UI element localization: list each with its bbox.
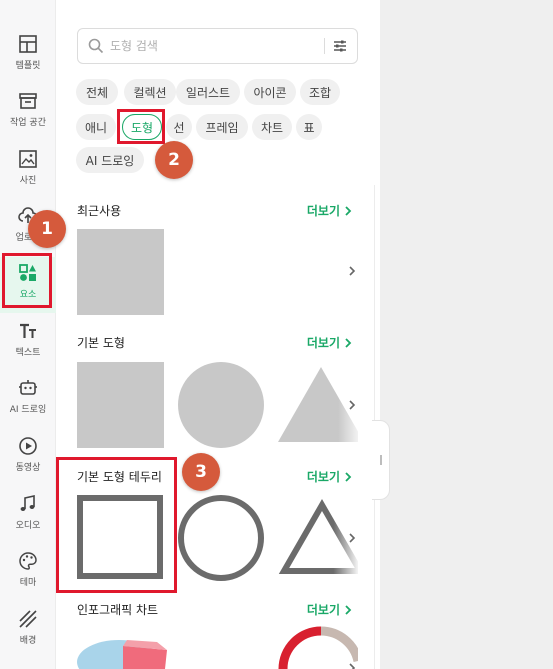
chip-illustration[interactable]: 일러스트 [176, 79, 240, 105]
rail-item-text[interactable]: 텍스트 [0, 315, 56, 371]
chip-all[interactable]: 전체 [76, 79, 118, 105]
panel-collapse-handle[interactable] [372, 420, 390, 500]
search-divider [324, 38, 325, 54]
section-title-infographic: 인포그래픽 차트 [77, 603, 159, 617]
chevron-right-icon [345, 337, 352, 348]
audio-icon [20, 495, 35, 511]
rail-label: 오디오 [15, 521, 41, 531]
recent-square-shape[interactable] [77, 229, 164, 315]
more-link-label: 더보기 [306, 336, 340, 350]
rail-label: 사진 [19, 176, 37, 186]
search-bar [77, 28, 358, 64]
more-link-infographic[interactable]: 더보기 [307, 601, 352, 618]
photo-icon [19, 150, 37, 168]
chip-frames[interactable]: 프레임 [196, 114, 248, 140]
chip-icon[interactable]: 아이콘 [244, 79, 296, 105]
chip-table[interactable]: 표 [296, 114, 322, 140]
rail-item-photos[interactable]: 사진 [0, 143, 56, 199]
chevron-right-icon[interactable] [346, 532, 358, 544]
more-link-outline[interactable]: 더보기 [307, 468, 352, 485]
rail-label: 텍스트 [15, 348, 41, 358]
video-icon [19, 437, 37, 455]
chevron-right-icon[interactable] [346, 662, 358, 669]
circle-outline-shape[interactable] [178, 495, 264, 581]
highlight-box-shapes-chip [117, 109, 165, 144]
rail-label: 작업 공간 [10, 118, 46, 128]
step-badge-2: 2 [155, 141, 193, 179]
chevron-right-icon [345, 471, 352, 482]
text-icon [20, 323, 36, 338]
step-badge-3: 3 [182, 453, 220, 491]
rail-item-background[interactable]: 배경 [0, 603, 56, 659]
more-link-label: 더보기 [306, 204, 340, 218]
more-link-label: 더보기 [306, 470, 340, 484]
section-title-basic: 기본 도형 [77, 336, 125, 350]
square-shape[interactable] [77, 362, 164, 448]
rail-item-ai-drawing[interactable]: AI 드로잉 [0, 372, 56, 428]
rail-label: 테마 [19, 578, 37, 588]
template-icon [19, 35, 37, 53]
chip-animation[interactable]: 애니 [76, 114, 116, 140]
chip-lines[interactable]: 선 [166, 114, 192, 140]
chevron-right-icon[interactable] [346, 399, 358, 411]
theme-icon [19, 552, 37, 570]
search-icon [88, 38, 104, 54]
more-link-recent[interactable]: 더보기 [307, 202, 352, 219]
chevron-right-icon [345, 604, 352, 615]
ai-drawing-icon [19, 380, 37, 395]
more-link-basic[interactable]: 더보기 [307, 334, 352, 351]
chip-combo[interactable]: 조합 [300, 79, 340, 105]
section-title-recent: 최근사용 [77, 204, 122, 218]
background-icon [19, 610, 37, 628]
more-link-label: 더보기 [306, 603, 340, 617]
filter-icon[interactable] [332, 38, 348, 54]
workspace-icon [19, 93, 37, 109]
highlight-box-elements [2, 253, 52, 308]
rail-item-video[interactable]: 동영상 [0, 430, 56, 486]
circle-shape[interactable] [178, 362, 264, 448]
rail-label: 템플릿 [15, 61, 41, 71]
rail-item-audio[interactable]: 오디오 [0, 488, 56, 544]
search-input[interactable] [110, 39, 310, 53]
grip-icon [380, 455, 382, 465]
rail-item-templates[interactable]: 템플릿 [0, 28, 56, 84]
highlight-box-outline-shapes [56, 457, 177, 593]
step-badge-1: 1 [28, 210, 66, 248]
left-rail: 템플릿 작업 공간 사진 업로드 요소 텍스트 AI 드로잉 동영상 오디오 테… [0, 0, 56, 669]
chevron-right-icon [345, 205, 352, 216]
rail-item-workspace[interactable]: 작업 공간 [0, 85, 56, 141]
chip-collection[interactable]: 컬렉션 [124, 79, 176, 105]
rail-label: 동영상 [15, 463, 41, 473]
chevron-right-icon[interactable] [346, 265, 358, 277]
chip-ai-drawing[interactable]: AI 드로잉 [76, 147, 144, 173]
pie-3d-chart-thumbnail[interactable] [77, 630, 177, 669]
chip-charts[interactable]: 차트 [252, 114, 292, 140]
rail-label: 배경 [19, 636, 37, 646]
rail-item-theme[interactable]: 테마 [0, 545, 56, 601]
rail-label: AI 드로잉 [9, 405, 47, 415]
canvas-area [380, 0, 553, 669]
